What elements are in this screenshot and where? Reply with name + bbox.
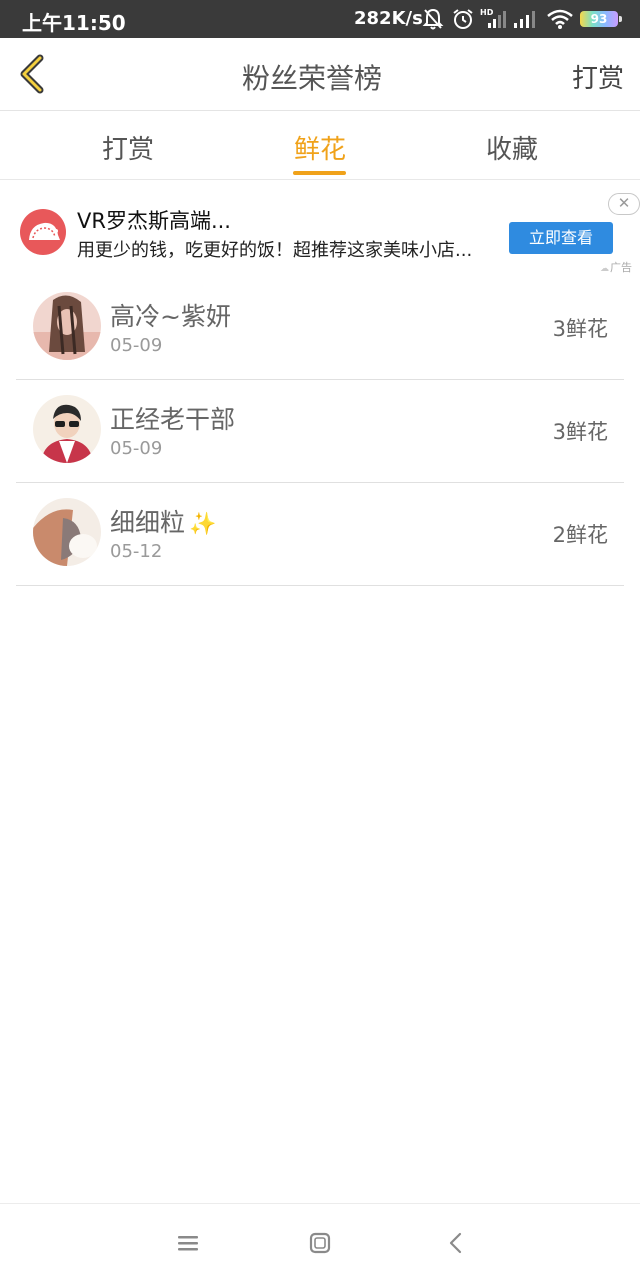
ad-tag: ☁广告 (600, 259, 632, 275)
system-nav-bar (0, 1203, 640, 1281)
ad-banner[interactable]: VR罗杰斯高端... 用更少的钱，吃更好的饭！超推荐这家美味小店... 立即查看… (0, 181, 640, 277)
alarm-icon (451, 7, 475, 31)
wifi-icon (546, 7, 574, 31)
status-time: 上午11:50 (22, 11, 126, 35)
fan-name: 细细粒 ✨ (110, 508, 217, 537)
avatar (33, 498, 101, 566)
fan-list: 高冷~紫妍 05-09 3鲜花 正经老干部 05-09 3鲜花 细细粒 ✨ 05… (16, 277, 624, 586)
menu-icon (178, 1236, 198, 1251)
svg-text:HD: HD (480, 8, 494, 17)
ad-title: VR罗杰斯高端... (77, 209, 231, 233)
tab-favorites[interactable]: 收藏 (452, 129, 572, 166)
fan-date: 05-09 (110, 335, 163, 356)
flower-count: 3鲜花 (552, 317, 608, 341)
signal-icon (512, 7, 538, 31)
reward-action-button[interactable]: 打赏 (572, 58, 624, 95)
active-tab-indicator (293, 171, 346, 175)
ad-description: 用更少的钱，吃更好的饭！超推荐这家美味小店... (77, 240, 473, 261)
ad-tag-label: 广告 (610, 261, 632, 274)
page-title: 粉丝荣誉榜 (241, 62, 382, 95)
network-speed: 282K/s (354, 8, 423, 29)
fan-date: 05-12 (110, 541, 163, 562)
flower-count: 2鲜花 (552, 523, 608, 547)
menu-button[interactable] (176, 1231, 200, 1255)
tab-flowers[interactable]: 鲜花 (260, 129, 380, 166)
home-button[interactable] (308, 1231, 332, 1255)
title-bar: 粉丝荣誉榜 打赏 (0, 38, 640, 111)
fan-name: 正经老干部 (110, 405, 236, 434)
battery-icon: 93 (580, 11, 622, 27)
list-item[interactable]: 高冷~紫妍 05-09 3鲜花 (16, 277, 624, 380)
back-triangle-icon (449, 1232, 462, 1254)
home-square-icon (309, 1232, 331, 1254)
tab-bar: 打赏 鲜花 收藏 (0, 111, 640, 180)
fan-name: 高冷~紫妍 (110, 302, 231, 331)
cloud-icon: ☁ (600, 264, 609, 274)
list-item[interactable]: 细细粒 ✨ 05-12 2鲜花 (16, 483, 624, 586)
mute-bell-icon (422, 7, 444, 31)
list-item[interactable]: 正经老干部 05-09 3鲜花 (16, 380, 624, 483)
hd-signal-icon: HD (480, 7, 506, 31)
flower-count: 3鲜花 (552, 420, 608, 444)
ad-logo (20, 209, 66, 255)
fan-date: 05-09 (110, 438, 163, 459)
avatar (33, 395, 101, 463)
avatar (33, 292, 101, 360)
status-bar: 上午11:50 282K/s HD 93 (0, 0, 640, 38)
ad-close-button[interactable]: ✕ (608, 193, 640, 215)
tab-reward[interactable]: 打赏 (68, 129, 188, 166)
ad-view-button[interactable]: 立即查看 (509, 222, 613, 254)
back-nav-button[interactable] (444, 1231, 468, 1255)
sparkle-icon: ✨ (189, 512, 217, 537)
